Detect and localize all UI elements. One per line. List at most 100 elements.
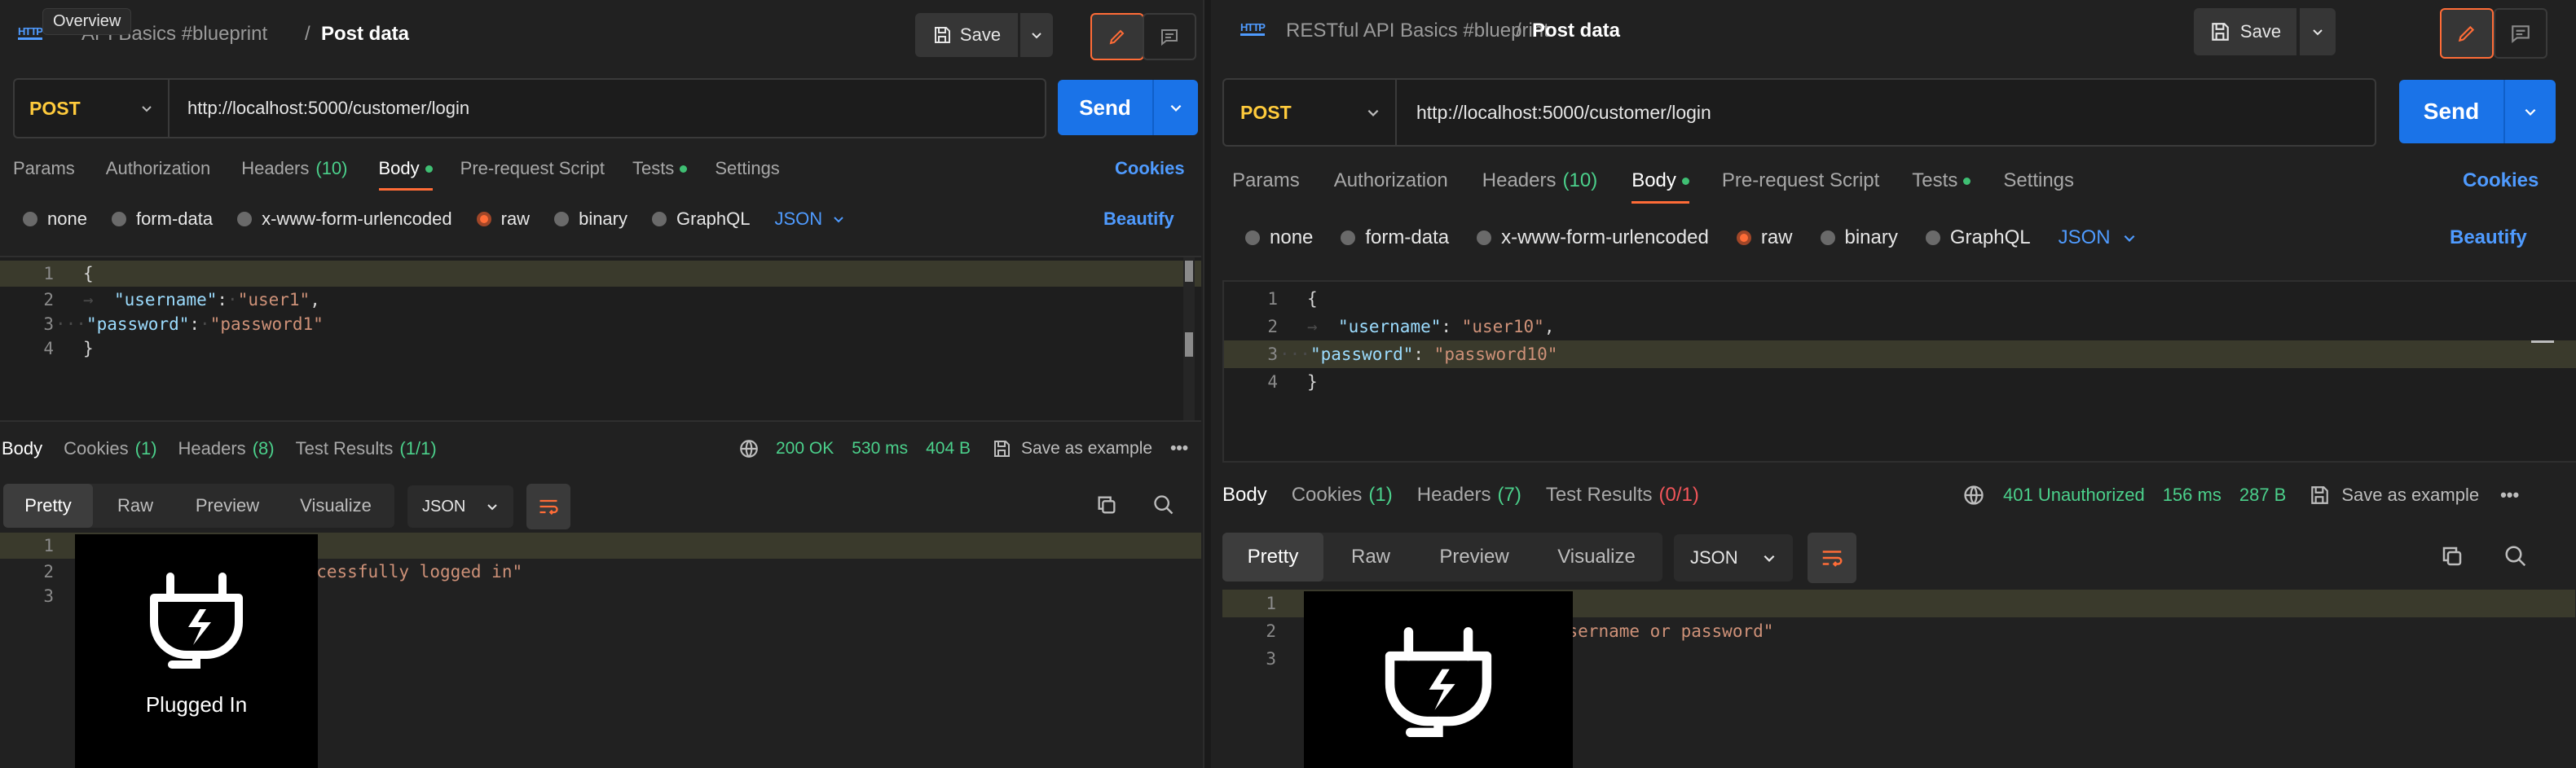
- globe-icon[interactable]: [738, 438, 760, 459]
- send-options[interactable]: [2505, 104, 2556, 119]
- tab-body[interactable]: Body: [1631, 169, 1689, 204]
- view-pretty[interactable]: Pretty: [3, 484, 93, 528]
- copy-icon[interactable]: [1095, 494, 1118, 516]
- breadcrumb-collection[interactable]: RESTful API Basics #blueprint: [1286, 20, 1549, 42]
- tab-params[interactable]: Params: [1232, 169, 1300, 192]
- more-icon[interactable]: •••: [2500, 485, 2519, 506]
- radio-x-www-form-urlencoded[interactable]: x-www-form-urlencoded: [237, 208, 452, 230]
- save-button[interactable]: Save: [915, 13, 1018, 57]
- request-body-editor[interactable]: 1{ 2 → "username": "user10", 3 ···"passwor…: [1222, 280, 2576, 463]
- response-format-select[interactable]: JSON: [1674, 534, 1793, 581]
- radio-binary[interactable]: binary: [554, 208, 627, 230]
- resp-tab-cookies[interactable]: Cookies (1): [64, 438, 156, 459]
- radio-graphql[interactable]: GraphQL: [652, 208, 751, 230]
- response-size[interactable]: 404 B: [926, 439, 971, 459]
- resp-tab-headers[interactable]: Headers (7): [1417, 484, 1521, 507]
- save-as-example-button[interactable]: Save as example: [2341, 485, 2479, 506]
- url-input[interactable]: http://localhost:5000/customer/login: [1416, 102, 1711, 124]
- cookies-link[interactable]: Cookies: [1115, 158, 1185, 179]
- editor-scrollbar[interactable]: [1183, 257, 1195, 420]
- search-icon[interactable]: [2503, 544, 2528, 568]
- resp-tab-headers[interactable]: Headers (8): [178, 438, 275, 459]
- response-status-bar: 200 OK 530 ms 404 B Save as example •••: [738, 438, 1188, 459]
- code-line: 2 → "username": "user10",: [1267, 317, 1555, 336]
- edit-mode-button[interactable]: [2440, 8, 2494, 59]
- response-size[interactable]: 287 B: [2239, 485, 2287, 506]
- editor-scrollbar[interactable]: [2531, 340, 2554, 343]
- method-select[interactable]: POST: [1224, 80, 1397, 145]
- send-button[interactable]: Send: [2399, 80, 2556, 143]
- response-time[interactable]: 530 ms: [852, 439, 908, 459]
- tab-settings[interactable]: Settings: [715, 158, 780, 179]
- breadcrumb-separator: /: [1516, 20, 1521, 42]
- response-time[interactable]: 156 ms: [2163, 485, 2222, 506]
- chevron-down-icon: [487, 504, 497, 511]
- wrap-lines-button[interactable]: [1808, 533, 1856, 583]
- send-button[interactable]: Send: [1058, 80, 1198, 135]
- copy-icon[interactable]: [2440, 544, 2464, 568]
- radio-form-data[interactable]: form-data: [111, 208, 213, 230]
- body-type-options: none form-data x-www-form-urlencoded raw…: [23, 208, 845, 230]
- request-header: HTTP API Basics #blueprint / Post data S…: [0, 13, 1201, 60]
- resp-tab-body[interactable]: Body: [2, 438, 42, 459]
- save-options-button[interactable]: [2300, 8, 2336, 55]
- save-as-example-button[interactable]: Save as example: [1021, 439, 1152, 459]
- view-preview[interactable]: Preview: [1418, 533, 1530, 581]
- tab-tests[interactable]: Tests: [632, 158, 688, 179]
- request-body-editor[interactable]: 1{ 2 → "username":·"user1", 3 ···"password…: [0, 256, 1201, 422]
- comments-button[interactable]: [1143, 13, 1196, 60]
- radio-x-www-form-urlencoded[interactable]: x-www-form-urlencoded: [1477, 226, 1709, 249]
- tab-authorization[interactable]: Authorization: [1334, 169, 1448, 192]
- comments-button[interactable]: [2494, 8, 2547, 59]
- tab-body[interactable]: Body: [378, 158, 433, 191]
- radio-form-data[interactable]: form-data: [1341, 226, 1449, 249]
- wrap-lines-button[interactable]: [526, 484, 570, 529]
- chevron-down-icon: [1170, 104, 1182, 112]
- request-title[interactable]: Post data: [321, 23, 409, 46]
- tab-settings[interactable]: Settings: [2003, 169, 2074, 192]
- url-input[interactable]: http://localhost:5000/customer/login: [187, 98, 469, 119]
- tab-headers[interactable]: Headers (10): [1482, 169, 1597, 192]
- resp-tab-body[interactable]: Body: [1222, 484, 1267, 507]
- tab-tests[interactable]: Tests: [1912, 169, 1971, 192]
- tab-params[interactable]: Params: [13, 158, 75, 179]
- globe-icon[interactable]: [1962, 484, 1985, 507]
- radio-graphql[interactable]: GraphQL: [1925, 226, 2031, 249]
- save-button[interactable]: Save: [2194, 8, 2296, 55]
- view-visualize[interactable]: Visualize: [277, 484, 394, 528]
- search-icon[interactable]: [1152, 494, 1175, 516]
- resp-tab-cookies[interactable]: Cookies (1): [1292, 484, 1393, 507]
- cookies-link[interactable]: Cookies: [2463, 169, 2539, 192]
- view-raw[interactable]: Raw: [93, 484, 178, 528]
- resp-tab-test-results[interactable]: Test Results (0/1): [1546, 484, 1699, 507]
- status-code[interactable]: 200 OK: [776, 439, 834, 459]
- edit-mode-button[interactable]: [1090, 13, 1144, 60]
- body-format-select[interactable]: JSON: [2059, 226, 2137, 249]
- request-title[interactable]: Post data: [1532, 20, 1620, 42]
- resp-tab-test-results[interactable]: Test Results (1/1): [296, 438, 437, 459]
- view-raw[interactable]: Raw: [1323, 533, 1418, 581]
- status-code[interactable]: 401 Unauthorized: [2003, 485, 2145, 506]
- radio-raw[interactable]: raw: [1736, 226, 1793, 249]
- tab-headers[interactable]: Headers (10): [241, 158, 347, 179]
- radio-none[interactable]: none: [1245, 226, 1313, 249]
- code-line: 1{: [0, 261, 1201, 287]
- send-options[interactable]: [1154, 100, 1198, 115]
- radio-none[interactable]: none: [23, 208, 87, 230]
- more-icon[interactable]: •••: [1170, 439, 1188, 459]
- method-select[interactable]: POST: [15, 80, 170, 137]
- save-icon: [2311, 486, 2329, 504]
- save-options-button[interactable]: [1020, 13, 1053, 57]
- view-preview[interactable]: Preview: [178, 484, 277, 528]
- view-visualize[interactable]: Visualize: [1530, 533, 1662, 581]
- view-pretty[interactable]: Pretty: [1222, 533, 1323, 581]
- tab-authorization[interactable]: Authorization: [106, 158, 210, 179]
- tab-pre-request-script[interactable]: Pre-request Script: [460, 158, 605, 179]
- beautify-button[interactable]: Beautify: [1103, 208, 1174, 230]
- radio-binary[interactable]: binary: [1820, 226, 1898, 249]
- radio-raw[interactable]: raw: [476, 208, 530, 230]
- body-format-select[interactable]: JSON: [775, 208, 846, 230]
- tab-pre-request-script[interactable]: Pre-request Script: [1722, 169, 1879, 192]
- response-format-select[interactable]: JSON: [407, 485, 513, 528]
- beautify-button[interactable]: Beautify: [2450, 226, 2527, 249]
